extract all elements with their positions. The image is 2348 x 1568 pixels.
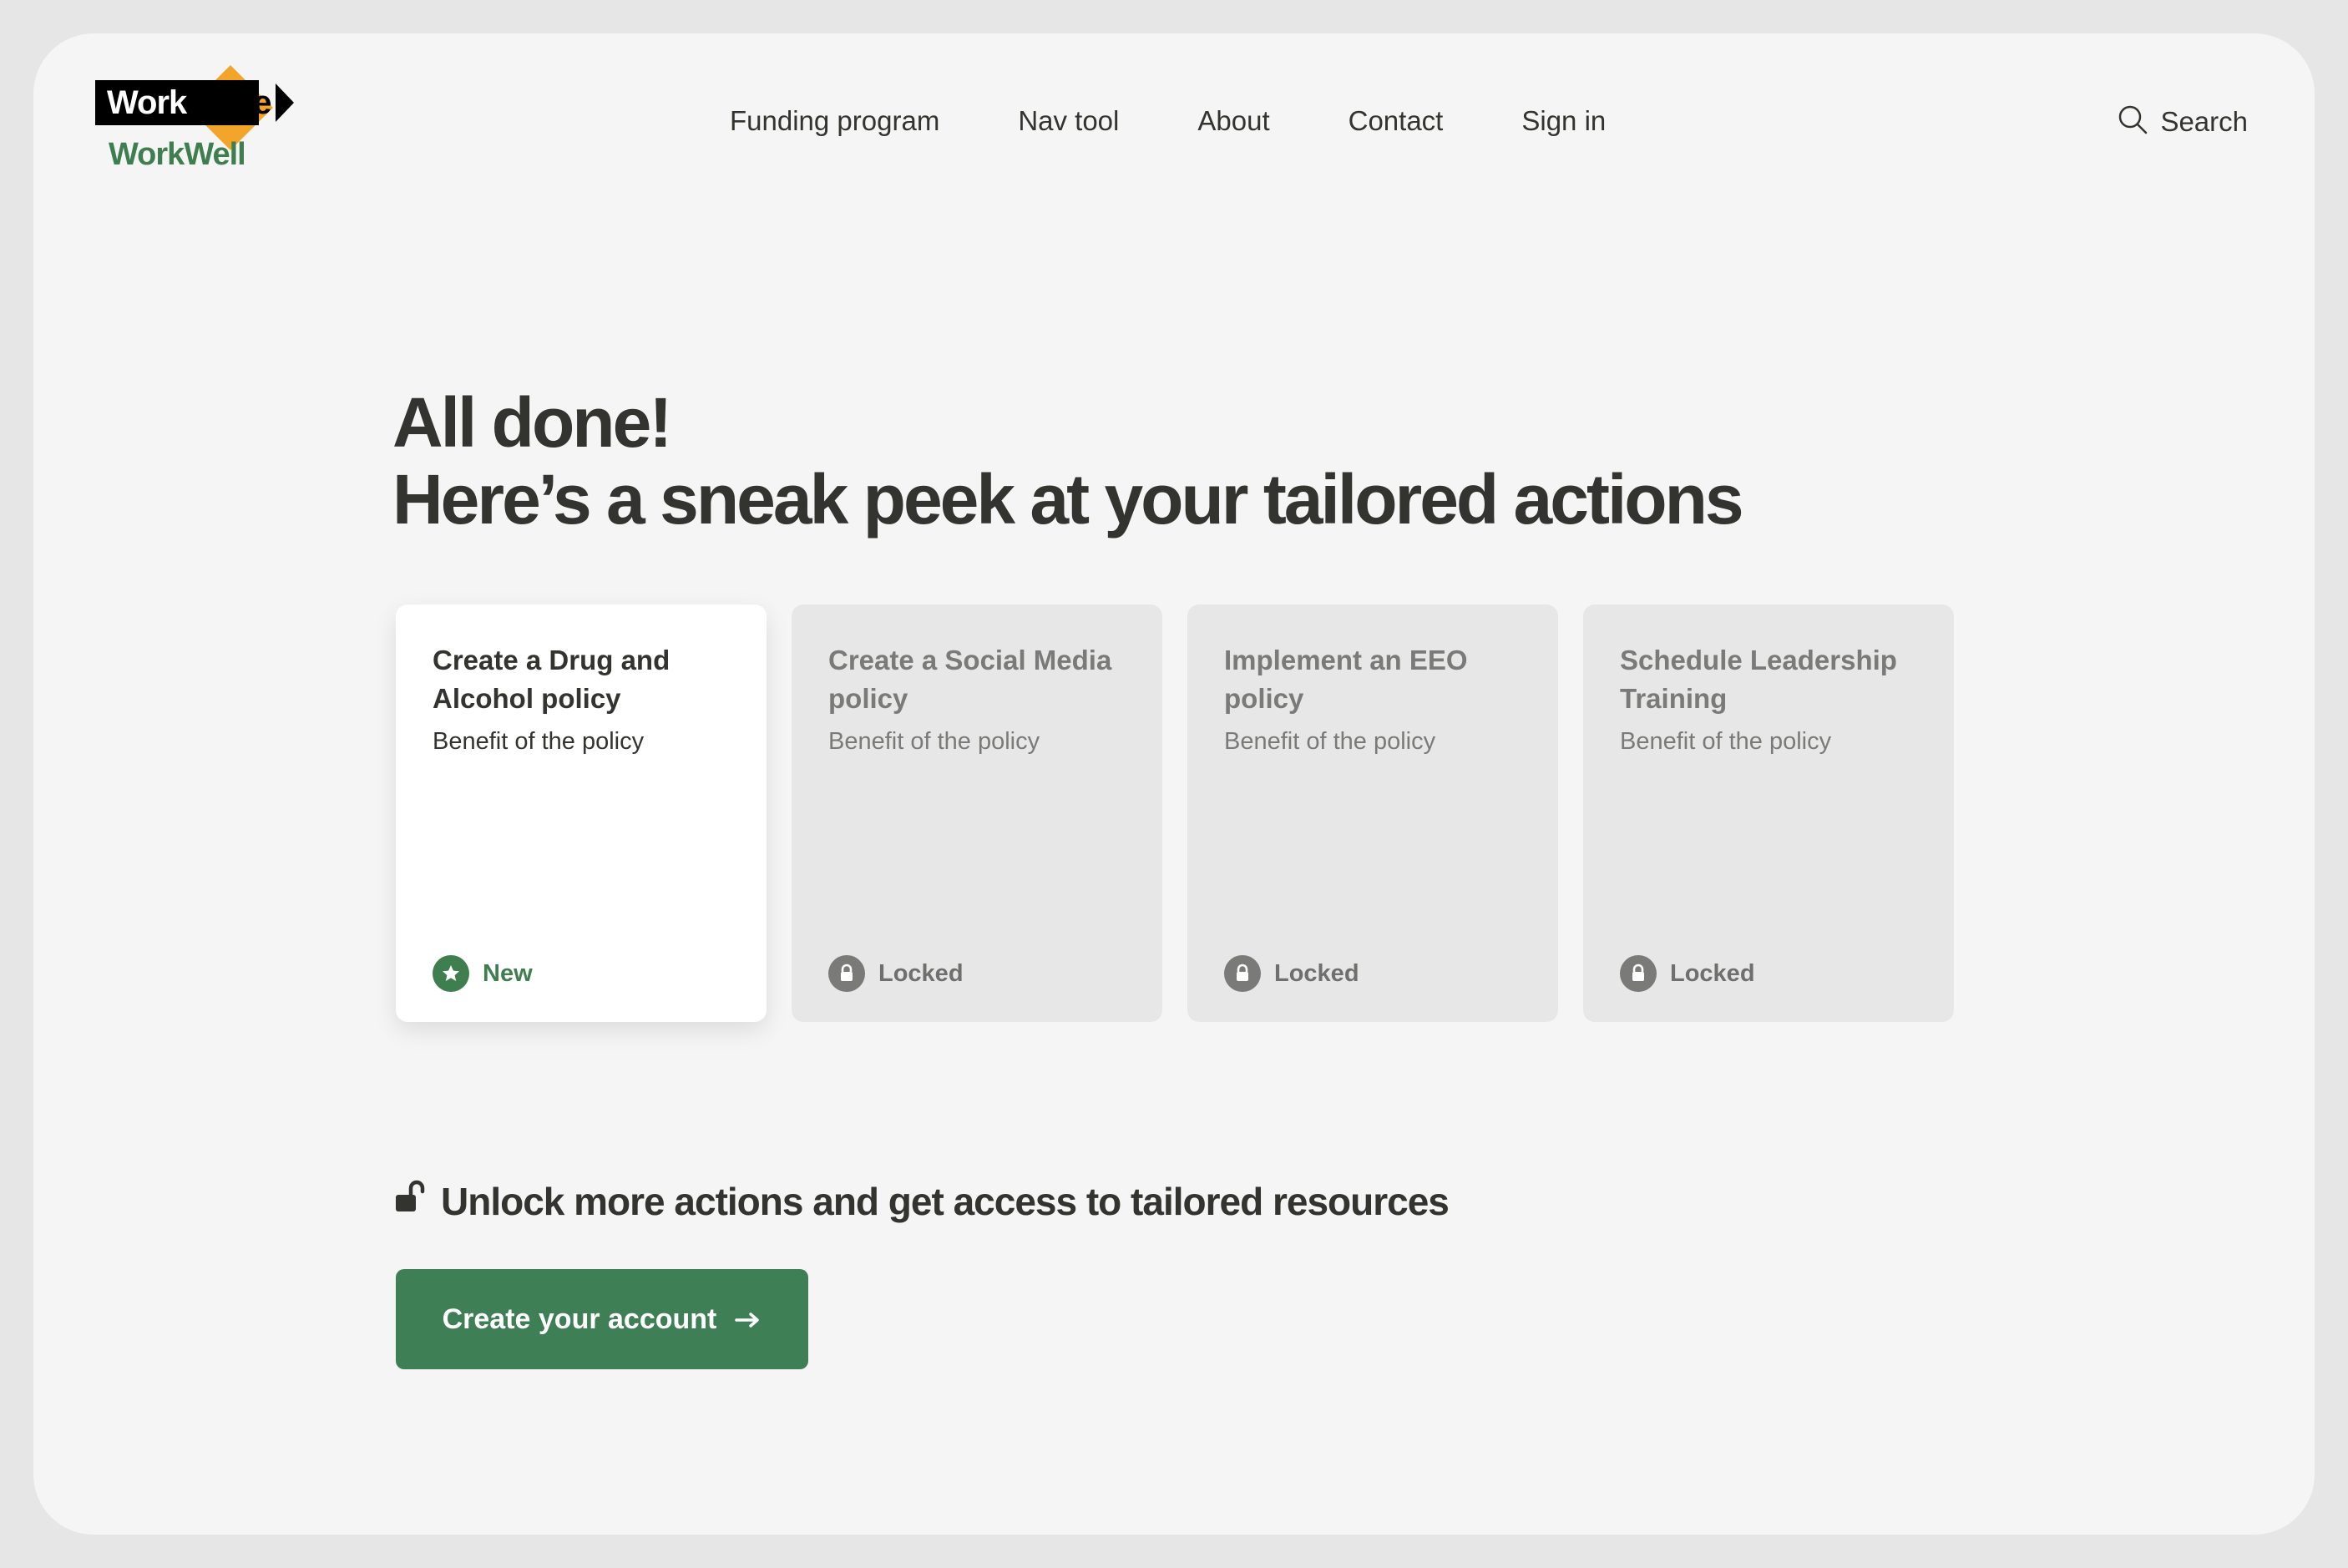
card-status-label: Locked	[878, 959, 964, 987]
card-status-label: New	[483, 959, 533, 987]
card-title: Implement an EEO policy	[1224, 645, 1468, 714]
app-window: Work Safe WorkWell Funding program Nav t…	[33, 33, 2315, 1535]
action-cards: Create a Drug and Alcohol policy Benefit…	[396, 604, 1954, 1022]
search-icon	[2117, 104, 2148, 139]
logo-arrow-shape	[276, 83, 294, 122]
arrow-right-icon	[735, 1303, 762, 1336]
headline-line-2: Here’s a sneak peek at your tailored act…	[392, 460, 1744, 539]
logo-workwell-text: WorkWell	[109, 137, 246, 172]
lock-icon	[828, 955, 865, 992]
action-card-eeo: Implement an EEO policy Benefit of the p…	[1187, 604, 1558, 1022]
headline-line-1: All done!	[392, 383, 672, 462]
search-label: Search	[2160, 105, 2248, 137]
star-icon	[433, 955, 469, 992]
card-title: Create a Drug and Alcohol policy	[433, 645, 670, 714]
card-subtitle: Benefit of the policy	[828, 728, 1040, 755]
lock-icon	[1620, 955, 1657, 992]
worksafe-workwell-logo[interactable]: Work Safe WorkWell	[95, 60, 296, 185]
action-card-drug-alcohol[interactable]: Create a Drug and Alcohol policy Benefit…	[396, 604, 767, 1022]
card-title: Schedule Leadership Training	[1620, 645, 1897, 714]
create-account-button[interactable]: Create your account	[396, 1269, 808, 1369]
page-headline: All done! Here’s a sneak peek at your ta…	[392, 383, 1744, 539]
unlock-text: Unlock more actions and get access to ta…	[441, 1180, 1450, 1223]
card-subtitle: Benefit of the policy	[1224, 728, 1436, 755]
nav-contact[interactable]: Contact	[1349, 105, 1444, 137]
card-status-label: Locked	[1670, 959, 1755, 987]
search-button[interactable]: Search	[2117, 104, 2248, 139]
card-status: Locked	[1620, 955, 1755, 992]
create-account-label: Create your account	[442, 1302, 717, 1335]
card-status: Locked	[1224, 955, 1359, 992]
nav-sign-in[interactable]: Sign in	[1521, 105, 1606, 137]
unlock-icon	[394, 1179, 428, 1224]
main-nav: Funding program Nav tool About Contact S…	[730, 105, 1606, 137]
card-status: New	[433, 955, 533, 992]
action-card-social-media: Create a Social Media policy Benefit of …	[792, 604, 1162, 1022]
action-card-leadership: Schedule Leadership Training Benefit of …	[1583, 604, 1954, 1022]
logo-safe-text: Safe	[204, 84, 271, 121]
card-title: Create a Social Media policy	[828, 645, 1112, 714]
card-subtitle: Benefit of the policy	[1620, 728, 1832, 755]
unlock-heading: Unlock more actions and get access to ta…	[394, 1179, 1450, 1224]
nav-about[interactable]: About	[1197, 105, 1269, 137]
card-status: Locked	[828, 955, 964, 992]
lock-icon	[1224, 955, 1261, 992]
card-subtitle: Benefit of the policy	[433, 728, 645, 755]
nav-funding-program[interactable]: Funding program	[730, 105, 939, 137]
nav-nav-tool[interactable]: Nav tool	[1018, 105, 1119, 137]
card-status-label: Locked	[1274, 959, 1359, 987]
